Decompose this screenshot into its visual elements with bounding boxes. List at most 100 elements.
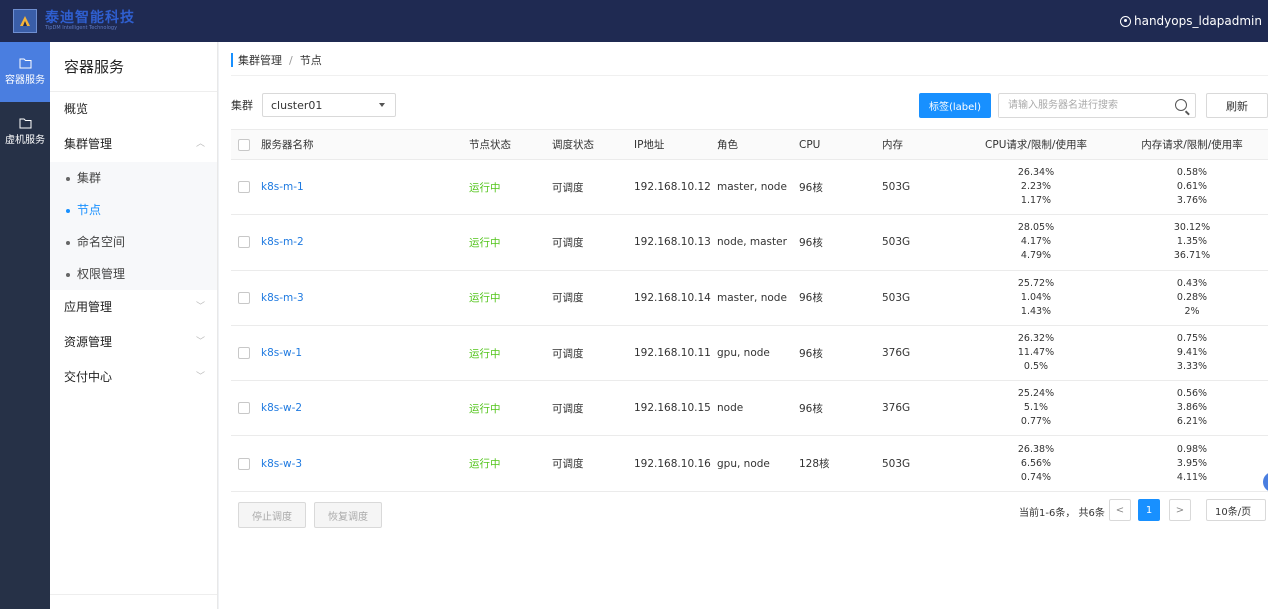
user-icon (1119, 15, 1131, 27)
logo-subtitle: TipDM Intelligent Technology (45, 24, 118, 31)
node-cpu: 96核 (799, 236, 823, 249)
logo: 泰迪智能科技 TipDM Intelligent Technology (45, 9, 135, 32)
node-memory: 376G (882, 402, 911, 415)
node-memory: 376G (882, 347, 911, 360)
sidebar-item-app-management[interactable]: 应用管理 ﹀ (50, 290, 217, 325)
node-name-link[interactable]: k8s-w-1 (261, 347, 302, 359)
table-row[interactable]: k8s-m-2 运行中 可调度 192.168.10.13 node, master 96… (231, 215, 1268, 271)
sidebar-subitem-namespaces[interactable]: 命名空间 (50, 226, 217, 258)
pagination-next-button[interactable]: > (1169, 499, 1191, 521)
sidebar-subitem-nodes[interactable]: 节点 (50, 194, 217, 226)
header-memory-usage: 内存请求/限制/使用率 (1141, 139, 1243, 151)
memory-usage: 0.56% 3.86% 6.21% (1176, 388, 1208, 428)
breadcrumb-parent[interactable]: 集群管理 (238, 52, 282, 68)
rail-item-label: 虚机服务 (5, 135, 45, 146)
rail-item-container-service[interactable]: 容器服务 (0, 42, 50, 102)
refresh-button[interactable]: 刷新 (1206, 93, 1268, 118)
page-size-select[interactable]: 10条/页 (1206, 499, 1266, 521)
sidebar-item-label: 资源管理 (64, 335, 113, 349)
caret-down-icon (379, 103, 385, 107)
table-header: 服务器名称 节点状态 调度状态 IP地址 角色 CPU 内存 CPU请求/限制/… (231, 130, 1268, 160)
node-status: 运行中 (469, 292, 501, 305)
pagination-page-button[interactable]: 1 (1138, 499, 1160, 521)
search-icon[interactable] (1175, 99, 1187, 111)
table-row[interactable]: k8s-m-3 运行中 可调度 192.168.10.14 master, node 96… (231, 271, 1268, 326)
search-input[interactable] (999, 94, 1164, 117)
folder-icon (19, 58, 32, 69)
pagination-prev-button[interactable]: < (1109, 499, 1131, 521)
row-checkbox[interactable] (238, 347, 250, 360)
sidebar-title: 容器服务 (50, 42, 217, 92)
node-status: 运行中 (469, 347, 501, 360)
node-status: 运行中 (469, 181, 501, 194)
sidebar-item-overview[interactable]: 概览 (50, 92, 217, 127)
sidebar-item-delivery-center[interactable]: 交付中心 ﹀ (50, 360, 217, 395)
node-ip: 192.168.10.15 (634, 402, 711, 415)
row-checkbox[interactable] (238, 402, 250, 415)
chevron-down-icon: ﹀ (195, 302, 205, 312)
header-memory: 内存 (882, 139, 903, 151)
row-checkbox[interactable] (238, 236, 250, 249)
node-cpu: 96核 (799, 181, 823, 194)
node-name-link[interactable]: k8s-m-2 (261, 236, 304, 248)
node-name-link[interactable]: k8s-m-1 (261, 181, 304, 193)
memory-usage: 0.98% 3.95% 4.11% (1176, 443, 1208, 483)
node-memory: 503G (882, 291, 911, 304)
user-menu[interactable]: handyops_ldapadmin (1119, 14, 1262, 28)
breadcrumb: 集群管理 / 节点 (231, 52, 322, 68)
logo-title: 泰迪智能科技 (45, 9, 135, 26)
cluster-select[interactable]: cluster01 (262, 93, 396, 117)
sidebar-divider (50, 594, 217, 595)
table-row[interactable]: k8s-w-1 运行中 可调度 192.168.10.11 gpu, node 96核 37… (231, 326, 1268, 382)
cpu-usage: 25.24% 5.1% 0.77% (1017, 388, 1055, 428)
header-cpu: CPU (799, 138, 821, 151)
chevron-up-icon: ︿ (195, 139, 205, 149)
node-cpu: 128核 (799, 458, 830, 471)
sidebar-item-label: 应用管理 (64, 300, 113, 314)
node-cpu: 96核 (799, 347, 823, 360)
logo-icon (13, 9, 37, 33)
schedule-status: 可调度 (552, 181, 584, 194)
memory-usage: 0.58% 0.61% 3.76% (1176, 167, 1208, 207)
label-button[interactable]: 标签(label) (919, 93, 991, 118)
user-name: handyops_ldapadmin (1133, 14, 1262, 28)
node-name-link[interactable]: k8s-w-2 (261, 402, 302, 414)
node-role: node (717, 402, 744, 415)
node-status: 运行中 (469, 458, 501, 471)
sidebar-item-cluster-management[interactable]: 集群管理 ︿ (50, 127, 217, 162)
sidebar: 容器服务 概览 集群管理 ︿ 集群 节点 命名空间 权限管理 应用管理 ﹀ 资源… (50, 42, 218, 609)
select-all-checkbox[interactable] (238, 138, 250, 151)
node-memory: 503G (882, 181, 911, 194)
cpu-usage: 26.32% 11.47% 0.5% (1017, 333, 1055, 373)
node-role: master, node (717, 291, 787, 304)
rail-item-label: 容器服务 (5, 75, 45, 86)
resume-scheduling-button[interactable]: 恢复调度 (314, 502, 382, 528)
stop-scheduling-button[interactable]: 停止调度 (238, 502, 306, 528)
divider (231, 75, 1268, 76)
schedule-status: 可调度 (552, 458, 584, 471)
schedule-status: 可调度 (552, 347, 584, 360)
header-role: 角色 (717, 139, 738, 151)
node-name-link[interactable]: k8s-m-3 (261, 292, 304, 304)
cpu-usage: 26.38% 6.56% 0.74% (1017, 443, 1055, 483)
table-row[interactable]: k8s-m-1 运行中 可调度 192.168.10.12 master, node 96… (231, 160, 1268, 216)
header-status: 节点状态 (469, 139, 511, 151)
row-checkbox[interactable] (238, 181, 250, 194)
row-checkbox[interactable] (238, 457, 250, 470)
sidebar-item-resource-management[interactable]: 资源管理 ﹀ (50, 325, 217, 360)
table-row[interactable]: k8s-w-3 运行中 可调度 192.168.10.16 gpu, node 128核 5… (231, 436, 1268, 492)
header-name: 服务器名称 (261, 139, 314, 151)
sidebar-subitem-permissions[interactable]: 权限管理 (50, 258, 217, 290)
table-row[interactable]: k8s-w-2 运行中 可调度 192.168.10.15 node 96核 376G 25.… (231, 381, 1268, 437)
memory-usage: 0.75% 9.41% 3.33% (1176, 333, 1208, 373)
sidebar-subitem-cluster[interactable]: 集群 (50, 162, 217, 194)
schedule-status: 可调度 (552, 292, 584, 305)
nodes-table: 服务器名称 节点状态 调度状态 IP地址 角色 CPU 内存 CPU请求/限制/… (231, 129, 1268, 492)
row-checkbox[interactable] (238, 291, 250, 304)
main-content: 集群管理 / 节点 集群 cluster01 标签(label) 刷新 服务器名… (219, 42, 1268, 609)
cluster-select-value: cluster01 (271, 98, 323, 112)
node-memory: 503G (882, 457, 911, 470)
node-name-link[interactable]: k8s-w-3 (261, 458, 302, 470)
schedule-status: 可调度 (552, 236, 584, 249)
rail-item-vm-service[interactable]: 虚机服务 (0, 102, 50, 162)
